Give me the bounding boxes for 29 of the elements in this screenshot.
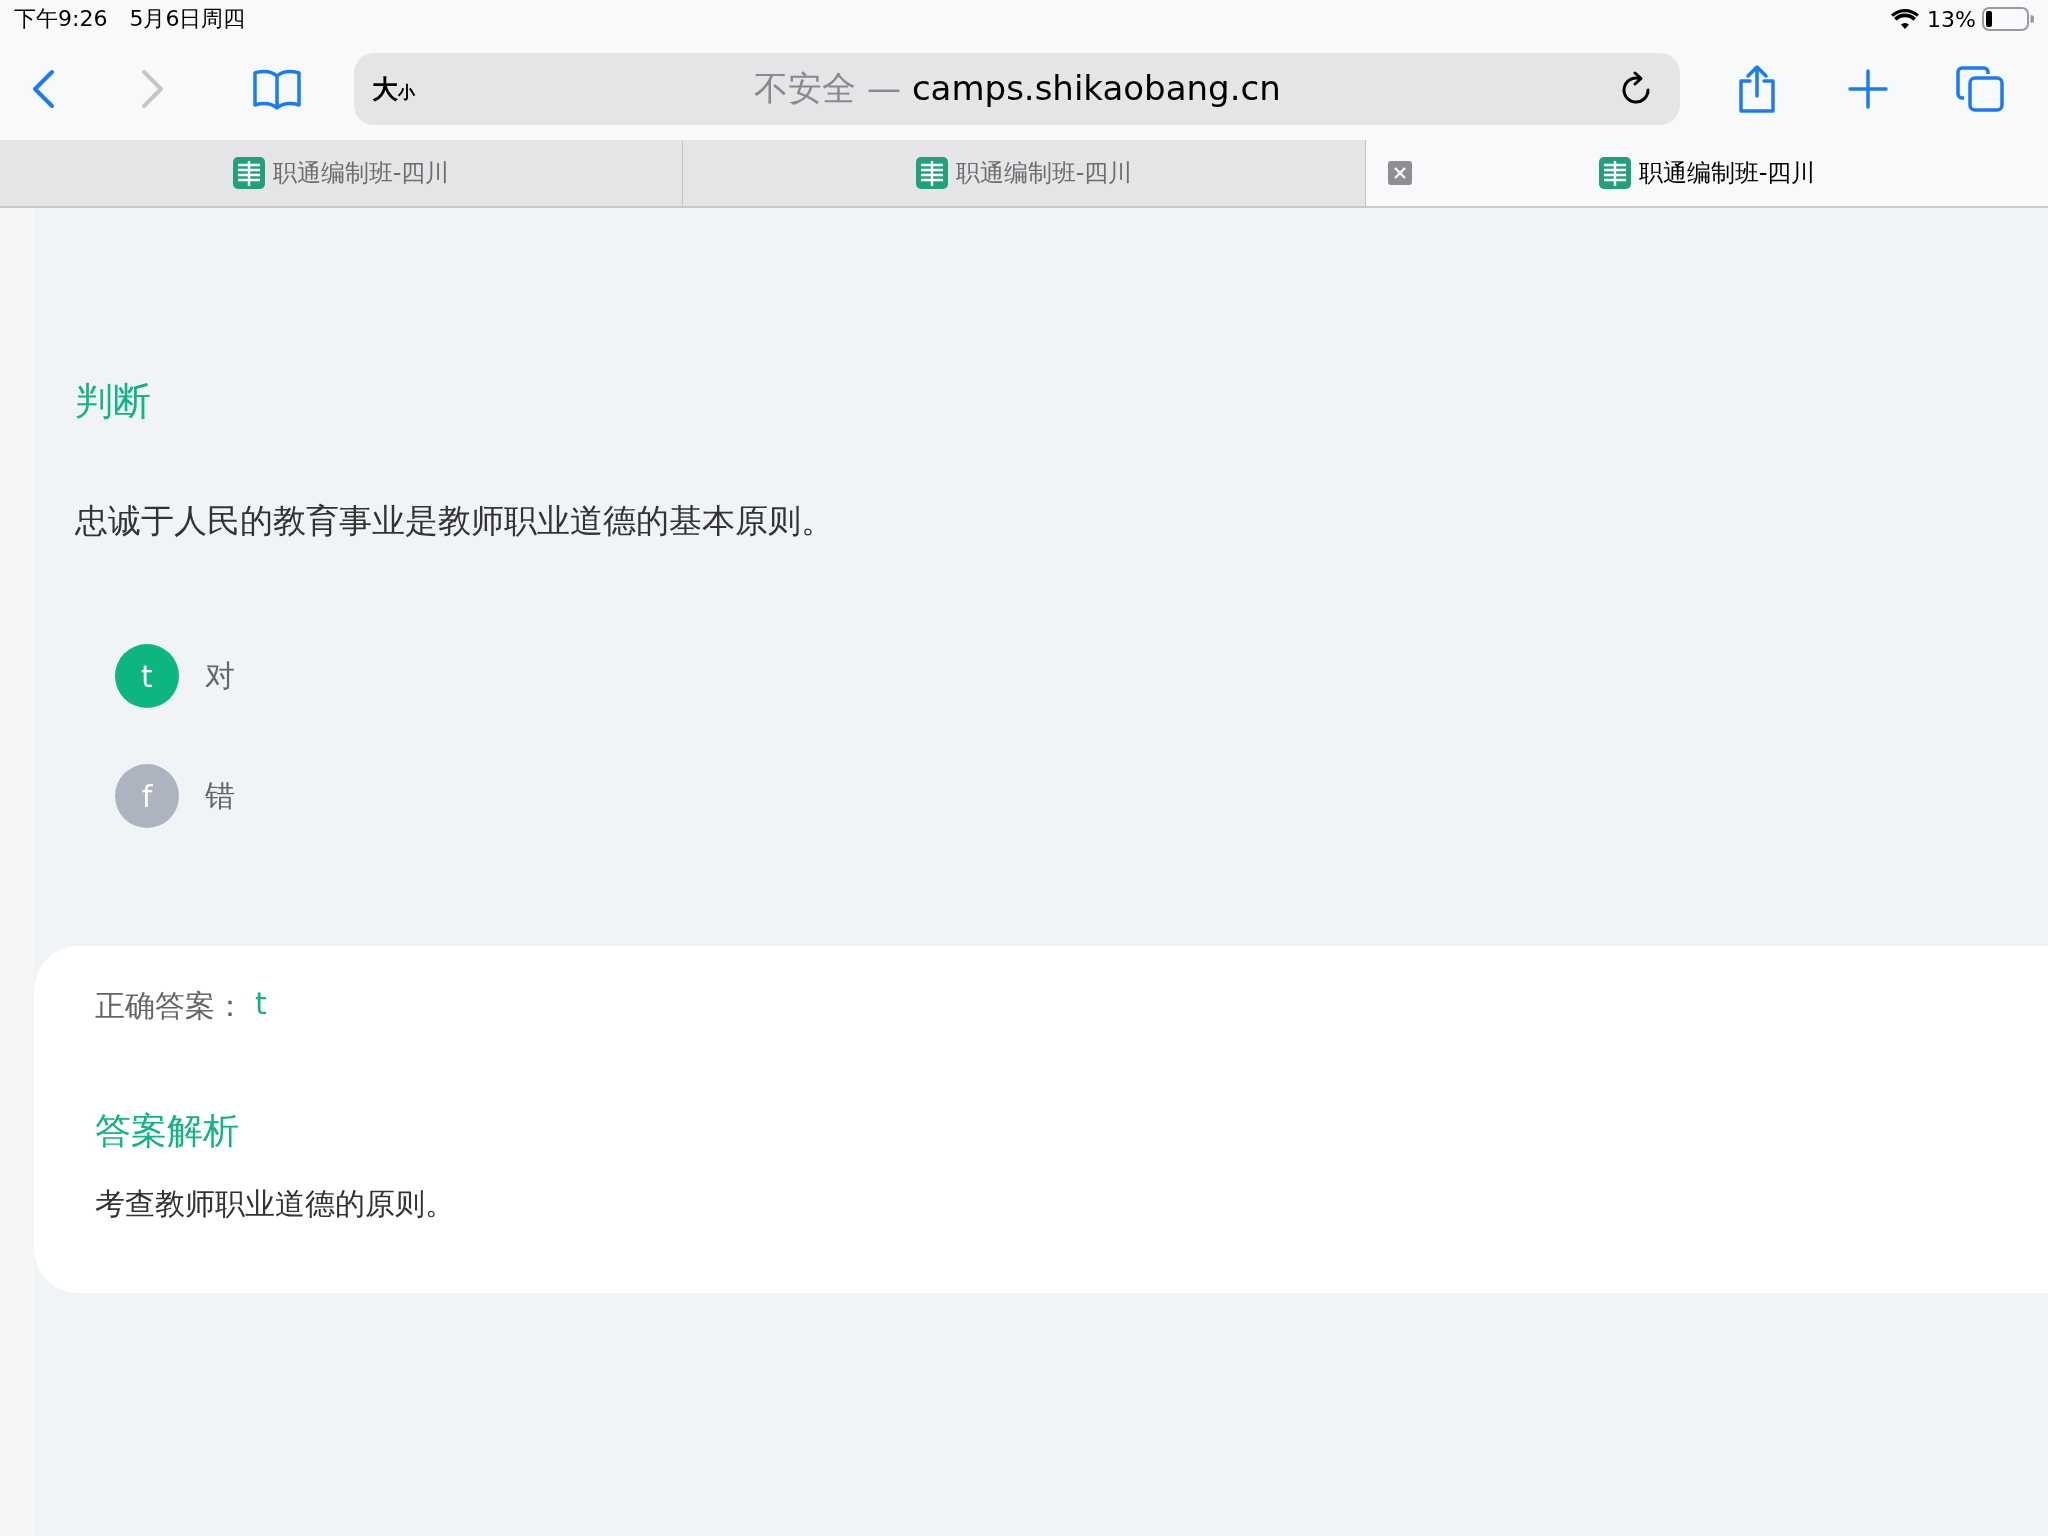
browser-tab[interactable]: 职通编制班-四川 — [683, 140, 1366, 206]
security-label: 不安全 — — [754, 68, 902, 108]
text-size-button[interactable]: 大小 — [372, 71, 415, 107]
option-label[interactable]: 对 — [205, 655, 235, 697]
battery-percent: 13% — [1927, 6, 1976, 32]
analysis-title: 答案解析 — [95, 1109, 240, 1153]
site-favicon-icon — [915, 157, 948, 189]
analysis-text: 考查教师职业道德的原则。 — [95, 1185, 456, 1223]
status-date: 5月6日周四 — [129, 5, 246, 33]
wifi-icon — [1891, 8, 1920, 30]
tabs-overview-button[interactable] — [1956, 66, 2004, 112]
url-text: camps.shikaobang.cn — [911, 68, 1281, 108]
correct-answer-value: t — [255, 986, 267, 1023]
option-label[interactable]: 错 — [205, 775, 235, 817]
status-time: 下午9:26 — [14, 5, 108, 33]
close-tab-icon[interactable] — [1388, 161, 1412, 185]
battery-icon — [1982, 7, 2034, 31]
new-tab-button[interactable] — [1848, 69, 1888, 109]
correct-answer-label: 正确答案： — [95, 987, 245, 1025]
site-favicon-icon — [1598, 157, 1631, 189]
back-button[interactable] — [30, 69, 56, 109]
bookmarks-button[interactable] — [252, 68, 302, 110]
question-text: 忠诚于人民的教育事业是教师职业道德的基本原则。 — [75, 500, 835, 542]
question-type-label: 判断 — [75, 378, 152, 425]
browser-tab[interactable]: 职通编制班-四川 — [0, 140, 683, 206]
site-favicon-icon — [232, 157, 265, 189]
address-bar[interactable]: 大小 不安全 — camps.shikaobang.cn — [354, 53, 1680, 125]
option-key-badge[interactable]: t — [115, 644, 179, 708]
share-button[interactable] — [1736, 64, 1778, 114]
